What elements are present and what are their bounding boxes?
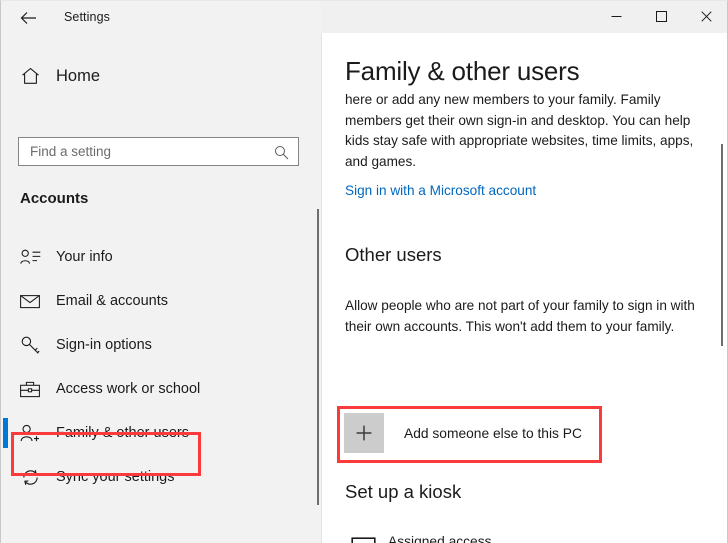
sidebar-item-your-info[interactable]: Your info	[1, 235, 316, 279]
sidebar-item-label: Sign-in options	[56, 337, 152, 353]
envelope-icon	[18, 294, 42, 309]
sidebar-item-access-work-school[interactable]: Access work or school	[1, 367, 316, 411]
assigned-access-title: Assigned access	[388, 534, 492, 543]
sidebar-item-home[interactable]: Home	[1, 59, 301, 93]
maximize-button[interactable]	[639, 1, 684, 33]
briefcase-icon	[18, 381, 42, 398]
sidebar-item-label: Access work or school	[56, 381, 201, 397]
app-title: Settings	[64, 10, 110, 24]
user-add-icon	[18, 424, 42, 443]
search-icon[interactable]	[272, 143, 290, 161]
content-scrollbar-thumb[interactable]	[721, 144, 723, 346]
minimize-icon	[611, 10, 622, 25]
sync-icon	[18, 468, 42, 487]
other-users-heading: Other users	[345, 244, 442, 265]
user-info-icon	[18, 249, 42, 265]
maximize-icon	[656, 10, 667, 25]
selection-indicator	[3, 418, 8, 448]
key-icon	[18, 336, 42, 355]
monitor-icon	[344, 533, 382, 543]
settings-window: Settings Home Find a setting Accounts Yo…	[0, 0, 728, 543]
title-bar: Settings	[1, 1, 727, 33]
sign-in-microsoft-account-link[interactable]: Sign in with a Microsoft account	[345, 183, 536, 198]
page-title: Family & other users	[345, 56, 580, 86]
title-bar-left-pane	[1, 1, 321, 33]
sidebar-item-sign-in-options[interactable]: Sign-in options	[1, 323, 316, 367]
search-box[interactable]	[18, 137, 299, 166]
window-controls	[594, 1, 727, 33]
sidebar-category-label: Accounts	[20, 190, 89, 207]
other-users-description: Allow people who are not part of your fa…	[345, 298, 695, 334]
back-arrow-icon	[20, 11, 37, 25]
sidebar: Home Accounts You	[1, 33, 321, 543]
set-up-kiosk-heading: Set up a kiosk	[345, 481, 462, 502]
family-intro-text: here or add any new members to your fami…	[345, 92, 694, 169]
sidebar-content-divider	[321, 33, 322, 543]
add-someone-else-label: Add someone else to this PC	[404, 425, 582, 441]
sidebar-item-label: Family & other users	[56, 425, 189, 441]
sidebar-home-label: Home	[56, 66, 101, 85]
back-button[interactable]	[13, 5, 43, 31]
add-someone-else-button[interactable]: Add someone else to this PC	[344, 413, 582, 453]
sidebar-item-family-other-users[interactable]: Family & other users	[1, 411, 316, 455]
close-button[interactable]	[684, 1, 727, 33]
assigned-access-text: Assigned access Set up this device as a …	[388, 533, 653, 543]
sidebar-item-sync-your-settings[interactable]: Sync your settings	[1, 455, 316, 499]
sidebar-item-label: Sync your settings	[56, 469, 175, 485]
home-icon	[18, 67, 42, 85]
plus-icon	[344, 413, 384, 453]
content-scrollbar[interactable]	[715, 33, 727, 543]
sidebar-item-label: Your info	[56, 249, 113, 265]
minimize-button[interactable]	[594, 1, 639, 33]
sidebar-item-label: Email & accounts	[56, 293, 169, 309]
close-icon	[701, 10, 712, 25]
sidebar-scrollbar-thumb[interactable]	[317, 209, 319, 505]
search-input[interactable]	[30, 144, 258, 159]
sidebar-nav-list: Your info Email & accounts Sign-in optio…	[1, 235, 316, 499]
assigned-access-item[interactable]: Assigned access Set up this device as a …	[344, 533, 653, 543]
sidebar-item-email-accounts[interactable]: Email & accounts	[1, 279, 316, 323]
content-pane: Family & other users here or add any new…	[322, 33, 727, 543]
